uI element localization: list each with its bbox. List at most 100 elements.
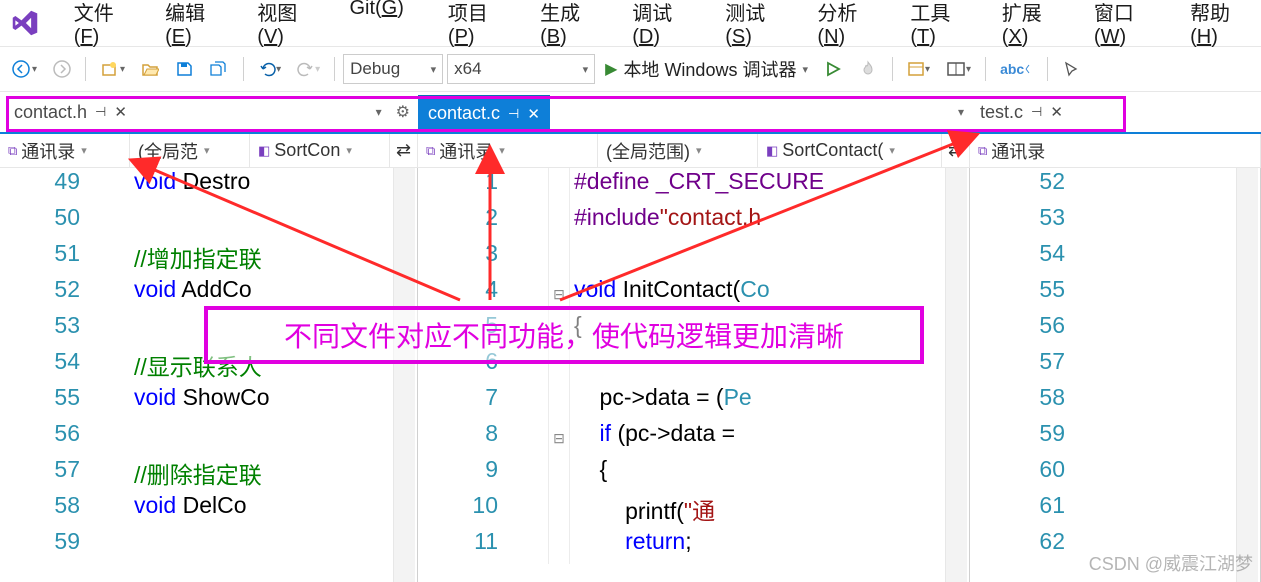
tab-contact-c[interactable]: contact.c ⊣ ✕: [418, 95, 550, 129]
close-icon[interactable]: ✕: [527, 105, 540, 123]
gear-icon[interactable]: ⚙: [388, 102, 418, 122]
line-number: 57: [970, 348, 1135, 384]
code-line[interactable]: 55: [970, 276, 1260, 312]
code-line[interactable]: 7 pc->data = (Pe: [418, 384, 969, 420]
code-line[interactable]: 61: [970, 492, 1260, 528]
menu-item[interactable]: Git(G): [327, 0, 425, 55]
code-line[interactable]: 8⊟ if (pc->data =: [418, 420, 969, 456]
pin-icon[interactable]: ⊣: [95, 104, 106, 120]
nav-range[interactable]: (全局范围)▾: [598, 134, 758, 167]
nav-range[interactable]: (全局范▾: [130, 134, 250, 167]
abc-button[interactable]: abc: [994, 57, 1039, 81]
code-line[interactable]: 56: [970, 312, 1260, 348]
menu-item[interactable]: 测试(S): [703, 0, 795, 55]
browser-button[interactable]: ▾: [901, 56, 936, 82]
menu-item[interactable]: 文件(F): [52, 0, 143, 55]
code-line[interactable]: 60: [970, 456, 1260, 492]
menu-item[interactable]: 视图(V): [235, 0, 327, 55]
line-number: 7: [418, 384, 548, 420]
fold-toggle[interactable]: [548, 456, 570, 492]
hot-reload-button[interactable]: [852, 55, 884, 83]
menu-item[interactable]: 生成(B): [518, 0, 610, 55]
menu-item[interactable]: 工具(T): [888, 0, 979, 55]
nav-split-icon[interactable]: ⇄: [390, 134, 418, 167]
fold-toggle[interactable]: [548, 168, 570, 204]
pin-icon[interactable]: ⊣: [1031, 104, 1042, 120]
nav-row: ⧉通讯录▾ (全局范▾ ◧SortCon▾ ⇄ ⧉通讯录▾ (全局范围)▾ ◧S…: [0, 132, 1261, 168]
undo-button[interactable]: ▾: [252, 56, 287, 82]
open-button[interactable]: [135, 56, 165, 82]
code-line[interactable]: 52: [970, 168, 1260, 204]
code-line[interactable]: 55void ShowCo: [0, 384, 417, 420]
layout-button[interactable]: ▾: [940, 56, 977, 82]
menu-item[interactable]: 编辑(E): [143, 0, 235, 55]
code-line[interactable]: 51//增加指定联: [0, 240, 417, 276]
tab-contact-h[interactable]: contact.h ⊣ ✕: [0, 95, 137, 129]
menu-item[interactable]: 帮助(H): [1168, 0, 1261, 55]
tab-overflow-button[interactable]: ▾: [952, 105, 970, 119]
close-icon[interactable]: ✕: [114, 103, 127, 121]
menu-item[interactable]: 项目(P): [426, 0, 518, 55]
line-number: 3: [418, 240, 548, 276]
fold-toggle[interactable]: [548, 240, 570, 276]
cursor-button[interactable]: [1056, 56, 1086, 82]
close-icon[interactable]: ✕: [1050, 103, 1063, 121]
nav-back-button[interactable]: ▾: [6, 56, 43, 82]
code-line[interactable]: 57//删除指定联: [0, 456, 417, 492]
nav-scope[interactable]: ⧉通讯录: [970, 134, 1261, 167]
code-line[interactable]: 11 return;: [418, 528, 969, 564]
line-number: 52: [0, 276, 130, 312]
editor-pane-2[interactable]: 1#define _CRT_SECURE2#include"contact.h3…: [418, 168, 970, 582]
code-line[interactable]: 2#include"contact.h: [418, 204, 969, 240]
tab-overflow-button[interactable]: ▾: [370, 105, 388, 119]
menu-item[interactable]: 分析(N): [795, 0, 888, 55]
code-line[interactable]: 58void DelCo: [0, 492, 417, 528]
menu-item[interactable]: 调试(D): [610, 0, 703, 55]
scrollbar[interactable]: [1236, 168, 1258, 582]
fold-toggle[interactable]: ⊟: [548, 420, 570, 456]
code-line[interactable]: 3: [418, 240, 969, 276]
config-combo[interactable]: Debug▾: [343, 54, 443, 84]
code-line[interactable]: 59: [0, 528, 417, 564]
code-line[interactable]: 10 printf("通: [418, 492, 969, 528]
new-item-button[interactable]: ▾: [94, 56, 131, 82]
editor-pane-1[interactable]: 49void Destro5051//增加指定联52void AddCo5354…: [0, 168, 418, 582]
save-all-button[interactable]: [203, 56, 235, 82]
nav-scope[interactable]: ⧉通讯录▾: [418, 134, 598, 167]
nav-scope[interactable]: ⧉通讯录▾: [0, 134, 130, 167]
fold-toggle[interactable]: [548, 492, 570, 528]
tab-label: test.c: [980, 102, 1023, 123]
code-line[interactable]: 1#define _CRT_SECURE: [418, 168, 969, 204]
tab-strip: contact.h ⊣ ✕ ▾ ⚙ contact.c ⊣ ✕ ▾ test.c…: [0, 92, 1261, 132]
code-line[interactable]: 56: [0, 420, 417, 456]
fold-toggle[interactable]: [548, 384, 570, 420]
line-number: 2: [418, 204, 548, 240]
scrollbar[interactable]: [393, 168, 415, 582]
fold-toggle[interactable]: [548, 528, 570, 564]
pin-icon[interactable]: ⊣: [508, 106, 519, 122]
nav-fwd-button[interactable]: [47, 56, 77, 82]
code-line[interactable]: 9 {: [418, 456, 969, 492]
start-debug-button[interactable]: ▶本地 Windows 调试器▾: [599, 52, 814, 86]
start-nodebug-button[interactable]: [818, 56, 848, 82]
nav-member[interactable]: ◧SortCon▾: [250, 134, 390, 167]
menu-item[interactable]: 窗口(W): [1072, 0, 1168, 55]
code-line[interactable]: 53: [970, 204, 1260, 240]
nav-split-icon[interactable]: ⇄: [942, 134, 970, 167]
fold-toggle[interactable]: [548, 204, 570, 240]
code-line[interactable]: 58: [970, 384, 1260, 420]
scrollbar[interactable]: [945, 168, 967, 582]
code-line[interactable]: 49void Destro: [0, 168, 417, 204]
menu-item[interactable]: 扩展(X): [980, 0, 1072, 55]
save-button[interactable]: [169, 56, 199, 82]
nav-member[interactable]: ◧SortContact(▾: [758, 134, 942, 167]
code-line[interactable]: 57: [970, 348, 1260, 384]
code-line[interactable]: 59: [970, 420, 1260, 456]
platform-combo[interactable]: x64▾: [447, 54, 595, 84]
redo-button[interactable]: ▾: [291, 56, 326, 82]
code-line[interactable]: 50: [0, 204, 417, 240]
line-number: 57: [0, 456, 130, 492]
editor-pane-3[interactable]: 5253545556575859606162: [970, 168, 1261, 582]
tab-test-c[interactable]: test.c ⊣ ✕: [970, 95, 1073, 129]
code-line[interactable]: 54: [970, 240, 1260, 276]
